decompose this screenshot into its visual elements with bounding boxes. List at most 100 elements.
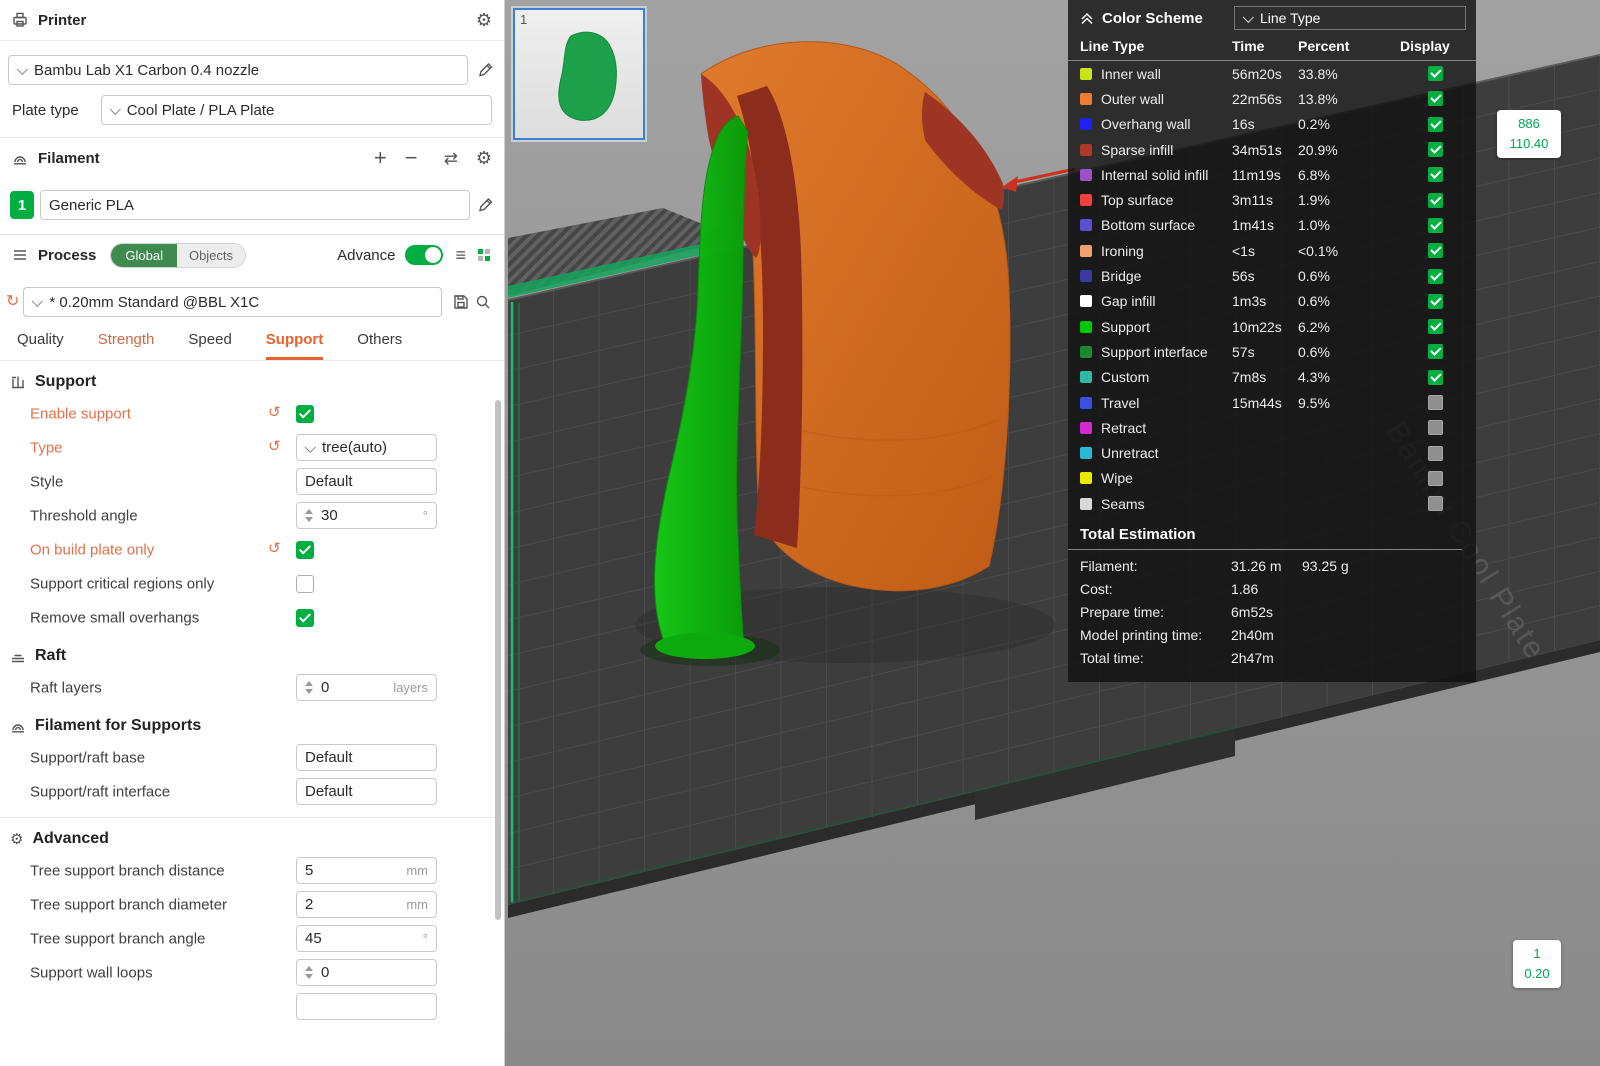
raft-layers-input[interactable]: 0 layers <box>296 674 437 701</box>
remove-small-overhangs-label: Remove small overhangs <box>30 610 199 627</box>
line-type-name: Wipe <box>1101 470 1232 486</box>
display-toggle[interactable] <box>1428 243 1443 258</box>
process-section-header: Process Global Objects Advance ≡ <box>0 234 504 275</box>
scope-objects-button[interactable]: Objects <box>177 244 245 267</box>
advance-toggle[interactable] <box>405 245 443 265</box>
support-wall-loops-input[interactable]: 0 <box>296 959 437 986</box>
bottom-slider-indicator[interactable]: 1 0.20 <box>1513 940 1561 988</box>
process-icon <box>12 247 28 263</box>
swatch-support-interface <box>1080 346 1092 358</box>
filament-slot-number[interactable]: 1 <box>10 191 34 219</box>
display-toggle[interactable] <box>1428 66 1443 81</box>
support-wall-loops-value: 0 <box>321 964 329 981</box>
display-toggle[interactable] <box>1428 142 1443 157</box>
line-type-name: Ironing <box>1101 243 1232 259</box>
save-preset-icon[interactable] <box>450 291 472 313</box>
display-toggle[interactable] <box>1428 294 1443 309</box>
display-toggle[interactable] <box>1428 344 1443 359</box>
filament-preset-dropdown[interactable]: Generic PLA <box>40 190 470 220</box>
view-mode-dropdown[interactable]: Line Type <box>1234 6 1466 30</box>
search-icon[interactable] <box>472 291 494 313</box>
raft-layers-value: 0 <box>321 679 329 696</box>
branch-distance-value: 5 <box>305 862 313 879</box>
legend-row: Gap infill1m3s0.6% <box>1068 289 1476 314</box>
tab-quality[interactable]: Quality <box>17 331 64 360</box>
objects-grid-icon[interactable] <box>476 247 492 263</box>
edit-printer-icon[interactable] <box>474 59 496 81</box>
printer-preset-dropdown[interactable]: Bambu Lab X1 Carbon 0.4 nozzle <box>8 55 468 85</box>
tab-speed[interactable]: Speed <box>188 331 231 360</box>
line-type-time: 56s <box>1232 268 1298 284</box>
display-toggle[interactable] <box>1428 496 1443 511</box>
remove-small-overhangs-checkbox[interactable] <box>296 609 314 627</box>
line-type-time: 22m56s <box>1232 91 1298 107</box>
display-toggle[interactable] <box>1428 218 1443 233</box>
filament-supports-group-icon <box>10 718 26 734</box>
layer-slider-indicator[interactable]: 886 110.40 <box>1497 110 1561 158</box>
support-type-dropdown[interactable]: tree(auto) <box>296 434 437 461</box>
prepare-time-label: Prepare time: <box>1080 604 1231 620</box>
support-group-title: Support <box>35 373 96 391</box>
partial-input[interactable] <box>296 993 437 1020</box>
edit-filament-icon[interactable] <box>474 194 496 216</box>
parameter-list-icon[interactable]: ≡ <box>455 246 466 264</box>
tab-others[interactable]: Others <box>357 331 402 360</box>
process-scope-toggle[interactable]: Global Objects <box>110 243 246 268</box>
line-type-name: Support interface <box>1101 344 1232 360</box>
spinner-arrows[interactable] <box>305 509 313 522</box>
line-type-name: Outer wall <box>1101 91 1232 107</box>
tab-support[interactable]: Support <box>266 331 324 360</box>
enable-support-checkbox[interactable] <box>296 405 314 423</box>
support-style-dropdown[interactable]: Default <box>296 468 437 495</box>
reset-icon[interactable]: ↺ <box>268 437 281 455</box>
tab-strength[interactable]: Strength <box>98 331 155 360</box>
display-toggle[interactable] <box>1428 446 1443 461</box>
display-toggle[interactable] <box>1428 269 1443 284</box>
add-filament-button[interactable]: + <box>374 147 387 169</box>
support-critical-regions-checkbox[interactable] <box>296 575 314 593</box>
display-toggle[interactable] <box>1428 471 1443 486</box>
remove-filament-button[interactable]: − <box>405 147 418 169</box>
on-build-plate-only-checkbox[interactable] <box>296 541 314 559</box>
display-toggle[interactable] <box>1428 319 1443 334</box>
spinner-arrows[interactable] <box>305 966 313 979</box>
display-toggle[interactable] <box>1428 117 1443 132</box>
sidebar-scrollbar[interactable] <box>495 400 501 920</box>
legend-row: Top surface3m11s1.9% <box>1068 187 1476 212</box>
display-toggle[interactable] <box>1428 420 1443 435</box>
branch-diameter-input[interactable]: 2 mm <box>296 891 437 918</box>
branch-distance-input[interactable]: 5 mm <box>296 857 437 884</box>
legend-row: Ironing<1s<0.1% <box>1068 238 1476 263</box>
plate-thumbnail[interactable]: 1 <box>513 8 645 140</box>
filament-settings-gear-icon[interactable]: ⚙ <box>476 149 492 167</box>
display-toggle[interactable] <box>1428 193 1443 208</box>
branch-angle-input[interactable]: 45 ° <box>296 925 437 952</box>
viewport-3d[interactable]: Bambu Cool Plate 1 <box>505 0 1600 1066</box>
collapse-icon[interactable] <box>1080 11 1094 25</box>
reset-icon[interactable]: ↺ <box>268 539 281 557</box>
support-raft-interface-dropdown[interactable]: Default <box>296 778 437 805</box>
line-type-percent: 0.6% <box>1298 293 1390 309</box>
display-toggle[interactable] <box>1428 370 1443 385</box>
printer-settings-gear-icon[interactable]: ⚙ <box>476 11 492 29</box>
plate-type-dropdown[interactable]: Cool Plate / PLA Plate <box>101 95 492 125</box>
filament-sync-icon[interactable]: ⇄ <box>444 150 458 167</box>
display-toggle[interactable] <box>1428 167 1443 182</box>
threshold-angle-input[interactable]: 30 ° <box>296 502 437 529</box>
line-type-name: Gap infill <box>1101 293 1232 309</box>
support-wall-loops-label: Support wall loops <box>30 965 153 982</box>
swatch-inner-wall <box>1080 68 1092 80</box>
support-raft-base-dropdown[interactable]: Default <box>296 744 437 771</box>
support-critical-regions-label: Support critical regions only <box>30 576 214 593</box>
support-raft-interface-label: Support/raft interface <box>30 784 170 801</box>
spinner-arrows[interactable] <box>305 681 313 694</box>
display-toggle[interactable] <box>1428 91 1443 106</box>
support-style-label: Style <box>30 474 63 491</box>
support-style-value: Default <box>305 473 353 490</box>
scope-global-button[interactable]: Global <box>111 244 177 267</box>
sync-preset-icon[interactable]: ↻ <box>6 294 19 310</box>
reset-icon[interactable]: ↺ <box>268 403 281 421</box>
process-preset-dropdown[interactable]: * 0.20mm Standard @BBL X1C <box>23 287 442 317</box>
line-type-name: Seams <box>1101 496 1232 512</box>
display-toggle[interactable] <box>1428 395 1443 410</box>
